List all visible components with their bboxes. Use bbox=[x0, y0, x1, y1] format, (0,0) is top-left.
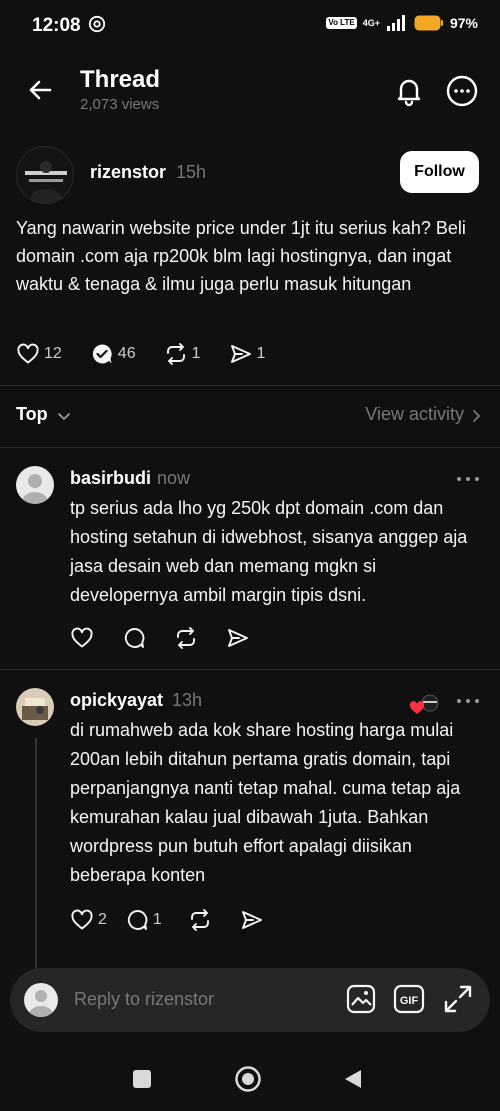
like-count: 12 bbox=[44, 345, 62, 362]
comment-check-icon bbox=[92, 344, 112, 364]
avatar-image bbox=[16, 688, 54, 726]
default-avatar-icon bbox=[24, 983, 58, 1017]
heart-icon bbox=[71, 627, 93, 648]
post-actions: 12 46 1 1 bbox=[16, 342, 293, 366]
network-type: 4G+ bbox=[362, 18, 380, 28]
share-button[interactable] bbox=[226, 626, 250, 650]
image-icon[interactable] bbox=[345, 983, 377, 1015]
reply-time: 13h bbox=[172, 690, 203, 710]
arrow-left-icon[interactable] bbox=[24, 74, 56, 106]
threads-logo-icon bbox=[88, 15, 106, 33]
status-time: 12:08 bbox=[32, 15, 81, 36]
thread-line bbox=[35, 738, 37, 970]
heart-icon bbox=[71, 909, 93, 930]
more-horizontal-icon[interactable] bbox=[456, 474, 480, 484]
comment-icon bbox=[124, 628, 145, 648]
page-title: Thread bbox=[80, 66, 161, 93]
like-button[interactable] bbox=[70, 626, 94, 650]
reply-count-button[interactable]: 46 bbox=[90, 342, 136, 366]
sort-row: Top View activity bbox=[16, 404, 484, 432]
divider bbox=[0, 447, 500, 448]
thread-header: Thread 2,073 views bbox=[0, 58, 500, 128]
avatar[interactable] bbox=[16, 146, 74, 204]
repost-icon bbox=[166, 343, 185, 365]
gif-icon[interactable]: GIF bbox=[393, 983, 425, 1015]
share-button[interactable]: 1 bbox=[229, 342, 266, 366]
comment-count: 1 bbox=[152, 911, 162, 928]
post-time: 15h bbox=[176, 162, 207, 182]
reply-input[interactable]: Reply to rizenstor bbox=[74, 989, 214, 1010]
repost-icon bbox=[190, 909, 209, 931]
svg-text:GIF: GIF bbox=[400, 995, 419, 1007]
volte-badge: Vo LTE bbox=[326, 17, 357, 29]
repost-icon bbox=[177, 627, 195, 649]
status-indicators: Vo LTE 4G+ 97% bbox=[326, 14, 478, 32]
bell-icon[interactable] bbox=[392, 74, 426, 108]
reply-count: 46 bbox=[117, 345, 136, 362]
comment-button[interactable] bbox=[122, 626, 146, 650]
reply-actions bbox=[70, 626, 278, 650]
follow-button[interactable]: Follow bbox=[400, 151, 479, 193]
send-icon bbox=[241, 911, 262, 929]
repost-count: 1 bbox=[191, 345, 201, 362]
reply-username[interactable]: basirbudi bbox=[70, 468, 151, 489]
repost-button[interactable] bbox=[188, 908, 212, 932]
sort-dropdown[interactable]: Top bbox=[16, 404, 48, 425]
reply-body: tp serius ada lho yg 250k dpt domain .co… bbox=[70, 498, 468, 605]
avatar[interactable] bbox=[16, 466, 54, 504]
expand-icon[interactable] bbox=[442, 983, 474, 1015]
like-button[interactable]: 2 bbox=[70, 908, 107, 932]
divider bbox=[0, 385, 500, 386]
repost-button[interactable]: 1 bbox=[164, 342, 201, 366]
reply-time: now bbox=[157, 468, 191, 488]
status-bar: 12:08 Vo LTE 4G+ 97% bbox=[0, 0, 500, 52]
repost-button[interactable] bbox=[174, 626, 198, 650]
recents-icon[interactable] bbox=[133, 1070, 151, 1088]
view-count: 2,073 views bbox=[80, 96, 160, 113]
comment-button[interactable]: 1 bbox=[125, 908, 162, 932]
more-icon[interactable] bbox=[445, 74, 479, 108]
signal-icon bbox=[386, 15, 405, 31]
reply-username[interactable]: opickyayat bbox=[70, 690, 163, 711]
chevron-right-icon[interactable] bbox=[468, 408, 484, 424]
system-navbar bbox=[0, 1048, 500, 1111]
post-body: Yang nawarin website price under 1jt itu… bbox=[16, 218, 466, 294]
heart-icon bbox=[17, 343, 39, 364]
more-horizontal-icon[interactable] bbox=[456, 696, 480, 706]
divider bbox=[0, 669, 500, 670]
post-username[interactable]: rizenstor bbox=[90, 162, 166, 183]
reply-actions: 2 1 bbox=[70, 908, 292, 932]
share-count: 1 bbox=[256, 345, 266, 362]
battery-icon bbox=[414, 15, 443, 31]
liked-by-author-icon bbox=[409, 694, 439, 714]
back-triangle-icon[interactable] bbox=[342, 1068, 364, 1090]
avatar bbox=[24, 983, 58, 1017]
share-button[interactable] bbox=[240, 908, 264, 932]
reply-composer[interactable]: Reply to rizenstor GIF bbox=[10, 968, 490, 1032]
send-icon bbox=[230, 345, 251, 363]
avatar-image bbox=[17, 147, 73, 203]
home-icon[interactable] bbox=[234, 1065, 262, 1093]
like-button[interactable]: 12 bbox=[16, 342, 62, 366]
default-avatar-icon bbox=[16, 466, 54, 504]
view-activity-link[interactable]: View activity bbox=[365, 404, 464, 425]
like-count: 2 bbox=[98, 911, 107, 928]
battery-percent: 97% bbox=[449, 15, 478, 31]
reply-body: di rumahweb ada kok share hosting harga … bbox=[70, 720, 461, 885]
chevron-down-icon[interactable] bbox=[56, 408, 72, 424]
send-icon bbox=[228, 629, 248, 647]
avatar[interactable] bbox=[16, 688, 54, 726]
comment-icon bbox=[127, 910, 148, 930]
